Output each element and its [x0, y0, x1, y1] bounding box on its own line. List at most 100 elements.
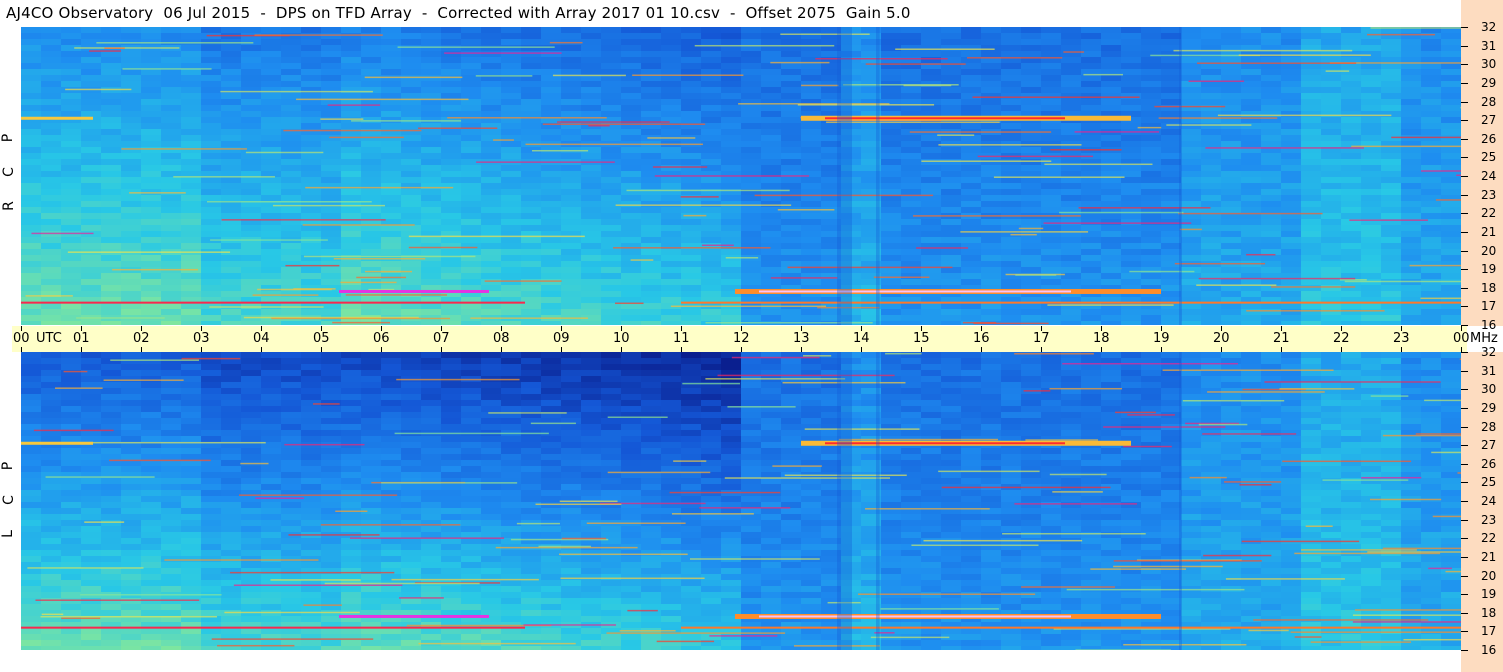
- spectrogram-cell: [181, 231, 202, 238]
- spectrogram-cell: [321, 189, 342, 196]
- spectrogram-cell: [501, 207, 522, 214]
- spectrogram-cell: [401, 598, 422, 605]
- spectrogram-cell: [21, 87, 42, 94]
- spectrogram-cell: [1241, 231, 1262, 238]
- spectrogram-cell: [281, 159, 302, 166]
- spectrogram-cell: [81, 556, 102, 563]
- spectrogram-cell: [1001, 27, 1022, 34]
- spectrogram-cell: [1341, 87, 1362, 94]
- spectrogram-cell: [41, 406, 62, 413]
- rcp-spectrogram: [21, 27, 1461, 325]
- spectrogram-cell: [461, 51, 482, 58]
- spectrogram-cell: [681, 285, 702, 292]
- spectrogram-cell: [1321, 225, 1342, 232]
- spectrogram-cell: [121, 628, 142, 635]
- spectrogram-cell: [161, 69, 182, 76]
- spectrogram-cell: [341, 51, 362, 58]
- spectrogram-cell: [601, 99, 622, 106]
- spectrogram-cell: [1341, 99, 1362, 106]
- spectrogram-cell: [1101, 135, 1122, 142]
- spectrogram-cell: [41, 177, 62, 184]
- spectrogram-cell: [1321, 237, 1342, 244]
- spectrogram-cell: [81, 388, 102, 395]
- spectrogram-cell: [1361, 105, 1382, 112]
- spectrogram-cell: [401, 57, 422, 64]
- spectrogram-cell: [241, 105, 262, 112]
- spectrogram-cell: [501, 406, 522, 413]
- spectrogram-cell: [281, 472, 302, 479]
- spectrogram-cell: [201, 129, 222, 136]
- spectrogram-cell: [1361, 177, 1382, 184]
- spectrogram-cell: [761, 141, 782, 148]
- spectrogram-cell: [1421, 279, 1442, 286]
- spectrogram-cell: [21, 406, 42, 413]
- spectrogram-cell: [201, 315, 222, 322]
- spectrogram-cell: [201, 87, 222, 94]
- spectrogram-cell: [1081, 315, 1102, 322]
- spectrogram-cell: [541, 87, 562, 94]
- spectrogram-cell: [501, 273, 522, 280]
- spectrogram-cell: [1381, 243, 1402, 250]
- spectrogram-cell: [241, 279, 262, 286]
- spectrogram-cell: [1381, 135, 1402, 142]
- spectrogram-cell: [761, 177, 782, 184]
- spectrogram-cell: [541, 321, 562, 325]
- spectrogram-cell: [481, 418, 502, 425]
- spectrogram-cell: [301, 63, 322, 70]
- spectrogram-cell: [261, 496, 282, 503]
- spectrogram-cell: [261, 81, 282, 88]
- interference-streak: [1018, 227, 1044, 230]
- spectrogram-cell: [641, 153, 662, 160]
- spectrogram-cell: [241, 177, 262, 184]
- spectrogram-cell: [421, 195, 442, 202]
- spectrogram-cell: [501, 57, 522, 64]
- spectrogram-cell: [1141, 279, 1162, 286]
- spectrogram-cell: [1301, 231, 1322, 238]
- spectrogram-cell: [281, 586, 302, 593]
- spectrogram-cell: [1181, 87, 1202, 94]
- spectrogram-cell: [21, 388, 42, 395]
- spectrogram-cell: [1061, 189, 1082, 196]
- spectrogram-cell: [261, 159, 282, 166]
- spectrogram-cell: [241, 117, 262, 124]
- spectrogram-cell: [301, 358, 322, 365]
- spectrogram-cell: [281, 141, 302, 148]
- interference-streak: [683, 214, 707, 217]
- spectrogram-cell: [141, 309, 162, 316]
- spectrogram-cell: [181, 255, 202, 262]
- spectrogram-cell: [1161, 177, 1182, 184]
- spectrogram-cell: [541, 63, 562, 70]
- spectrogram-cell: [321, 27, 342, 34]
- spectrogram-cell: [1281, 33, 1302, 40]
- spectrogram-cell: [421, 472, 442, 479]
- spectrogram-cell: [121, 604, 142, 611]
- spectrogram-cell: [421, 382, 442, 389]
- spectrogram-cell: [1121, 195, 1142, 202]
- spectrogram-cell: [421, 544, 442, 551]
- spectrogram-cell: [641, 129, 662, 136]
- spectrogram-cell: [181, 466, 202, 473]
- spectrogram-cell: [401, 370, 422, 377]
- spectrogram-cell: [461, 33, 482, 40]
- spectrogram-cell: [401, 183, 422, 190]
- spectrogram-cell: [121, 514, 142, 521]
- spectrogram-cell: [421, 508, 442, 515]
- spectrogram-cell: [121, 610, 142, 617]
- spectrogram-cell: [921, 171, 942, 178]
- spectrogram-cell: [1161, 267, 1182, 274]
- interference-streak: [1047, 304, 1174, 306]
- spectrogram-cell: [441, 153, 462, 160]
- spectrogram-cell: [1021, 27, 1042, 34]
- spectrogram-cell: [201, 225, 222, 232]
- spectrogram-cell: [101, 502, 122, 509]
- spectrogram-cell: [681, 177, 702, 184]
- spectrogram-cell: [401, 177, 422, 184]
- spectrogram-cell: [521, 105, 542, 112]
- spectrogram-cell: [401, 604, 422, 611]
- spectrogram-cell: [1161, 27, 1182, 34]
- spectrogram-cell: [41, 364, 62, 371]
- spectrogram-cell: [261, 117, 282, 124]
- spectrogram-cell: [41, 526, 62, 533]
- spectrogram-cell: [21, 267, 42, 274]
- spectrogram-cell: [61, 604, 82, 611]
